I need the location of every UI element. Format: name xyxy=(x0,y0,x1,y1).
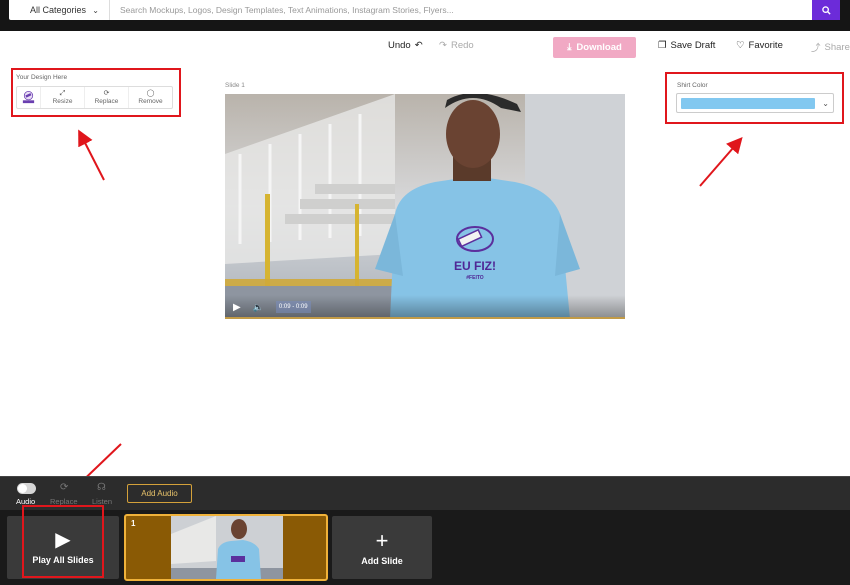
heart-icon: ♡ xyxy=(736,40,745,51)
play-icon[interactable]: ▶ xyxy=(233,302,241,313)
undo-button[interactable]: Undo ↶ xyxy=(388,40,423,51)
undo-icon: ↶ xyxy=(414,40,423,51)
mockup-photo: EU FIZ! #FEITO xyxy=(225,94,625,319)
volume-icon[interactable]: 🔈 xyxy=(253,302,264,313)
search-icon xyxy=(821,5,831,15)
chevron-down-icon: ⌄ xyxy=(92,5,99,15)
audio-bar: Audio ⟳ Replace ☊ Listen Add Audio xyxy=(0,476,850,510)
slides-bar: ▶ Play All Slides 1 + Add Slide xyxy=(0,505,850,585)
design-thumbnail[interactable] xyxy=(17,87,41,108)
remove-label: Remove xyxy=(138,98,163,105)
shirt-color-swatch xyxy=(681,97,815,109)
replace-design-button[interactable]: ⟳ Replace xyxy=(85,87,129,108)
download-icon: ⤓ xyxy=(567,42,572,53)
video-controls: ▶ 🔈 0:09 - 0:09 xyxy=(225,295,625,319)
slide-label: Slide 1 xyxy=(225,82,245,89)
slide-thumbnail-1[interactable]: 1 xyxy=(124,514,328,581)
add-slide-button[interactable]: + Add Slide xyxy=(332,516,432,579)
resize-label: Resize xyxy=(52,98,73,105)
top-bar: All Categories ⌄ xyxy=(0,0,850,31)
download-label: Download xyxy=(576,42,622,53)
slide-thumbnail-image xyxy=(171,516,283,579)
shirt-subtext: #FEITO xyxy=(466,275,484,281)
refresh-icon: ⟳ xyxy=(103,90,110,97)
add-audio-button[interactable]: Add Audio xyxy=(127,484,192,503)
share-button[interactable]: ⤴ Share xyxy=(811,40,850,55)
category-dropdown[interactable]: All Categories ⌄ xyxy=(9,0,110,20)
chevron-down-icon: ⌄ xyxy=(822,98,829,108)
slide-number: 1 xyxy=(131,519,136,528)
headphones-icon: ☊ xyxy=(97,482,106,493)
redo-label: Redo xyxy=(450,40,474,51)
audio-toggle[interactable] xyxy=(17,483,36,494)
save-draft-button[interactable]: ❐ Save Draft xyxy=(658,40,715,51)
favorite-label: Favorite xyxy=(748,40,783,51)
search-bar: All Categories ⌄ xyxy=(9,0,840,20)
add-slide-label: Add Slide xyxy=(361,555,403,566)
redo-button[interactable]: ↷ Redo xyxy=(439,40,474,51)
resize-button[interactable]: ⤢ Resize xyxy=(41,87,85,108)
undo-label: Undo xyxy=(388,40,411,51)
editor-toolbar: Undo ↶ ↷ Redo ⤓ Download ❐ Save Draft ♡ … xyxy=(0,36,850,58)
shirt-text: EU FIZ! xyxy=(454,259,496,273)
save-draft-label: Save Draft xyxy=(670,40,716,51)
search-input[interactable] xyxy=(110,0,812,20)
logo-thumbnail-icon xyxy=(22,91,35,104)
remove-button[interactable]: ◯ Remove xyxy=(129,87,172,108)
share-icon: ⤴ xyxy=(811,43,821,54)
shirt-color-label: Shirt Color xyxy=(677,82,708,89)
design-tools: ⤢ Resize ⟳ Replace ◯ Remove xyxy=(16,86,173,109)
download-button[interactable]: ⤓ Download xyxy=(553,37,636,58)
copy-icon: ❐ xyxy=(658,40,667,51)
slide-preview[interactable]: EU FIZ! #FEITO ▶ 🔈 0:09 - 0:09 xyxy=(225,94,625,319)
search-button[interactable] xyxy=(812,0,840,20)
favorite-button[interactable]: ♡ Favorite xyxy=(736,40,783,51)
share-label: Share xyxy=(824,41,850,53)
trash-icon: ◯ xyxy=(146,90,155,97)
plus-icon: + xyxy=(375,527,389,553)
video-time: 0:09 - 0:09 xyxy=(275,301,311,313)
resize-icon: ⤢ xyxy=(59,90,66,97)
replace-audio-icon: ⟳ xyxy=(60,482,69,493)
shirt-color-dropdown[interactable]: ⌄ xyxy=(676,93,834,113)
replace-label: Replace xyxy=(94,98,119,105)
play-all-highlight-box xyxy=(22,505,104,578)
design-panel-label: Your Design Here xyxy=(16,74,68,81)
redo-icon: ↷ xyxy=(439,40,447,51)
video-progress-line xyxy=(225,317,625,319)
category-label: All Categories xyxy=(30,5,87,15)
